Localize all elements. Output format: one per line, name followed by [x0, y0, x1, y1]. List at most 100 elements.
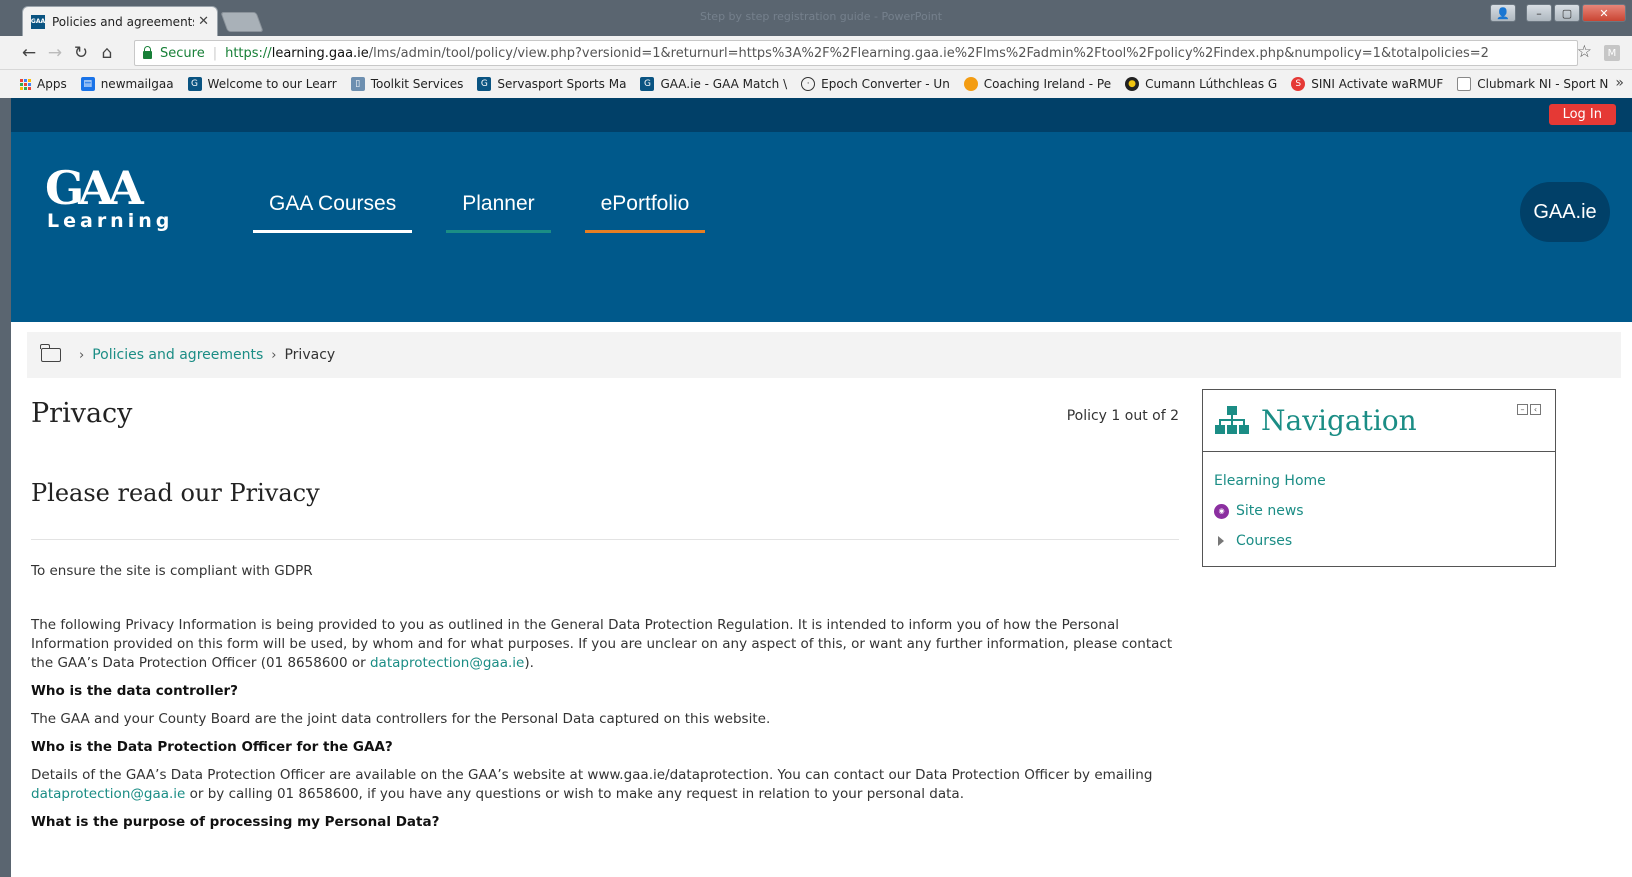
dock-block-icon[interactable]: ‹: [1530, 404, 1541, 415]
bookmark-label: Clubmark NI - Sport N: [1477, 77, 1609, 91]
bookmarks-bar: Apps ▤ newmailgaa G Welcome to our Learr…: [0, 70, 1632, 98]
bookmark-cumann[interactable]: ● Cumann Lúthchleas G: [1125, 77, 1277, 91]
site-news-icon: ◉: [1214, 503, 1229, 519]
bookmark-toolkit[interactable]: ▯ Toolkit Services: [350, 77, 464, 91]
bookmark-apps[interactable]: Apps: [20, 77, 67, 91]
bookmark-epoch[interactable]: · Epoch Converter - Un: [801, 77, 950, 91]
address-bar[interactable]: Secure | https://learning.gaa.ie/lms/adm…: [134, 40, 1578, 66]
answer-dpo-text-end: or by calling 01 8658600, if you have an…: [185, 786, 964, 802]
answer-data-controller: The GAA and your County Board are the jo…: [31, 711, 771, 727]
question-purpose: What is the purpose of processing my Per…: [31, 814, 440, 830]
bookmark-label: Cumann Lúthchleas G: [1145, 77, 1278, 91]
menu-eportfolio[interactable]: ePortfolio: [584, 192, 706, 233]
breadcrumb-current: Privacy: [284, 347, 336, 363]
coaching-icon: [963, 77, 978, 91]
chevron-right-icon: ›: [271, 347, 277, 363]
url-host: learning.gaa.ie: [271, 45, 369, 61]
bookmarks-overflow-icon[interactable]: »: [1615, 75, 1624, 91]
expand-triangle-icon[interactable]: [1218, 536, 1224, 546]
chevron-right-icon: ›: [79, 347, 85, 363]
home-icon[interactable]: ⌂: [94, 43, 120, 63]
new-tab-button[interactable]: [220, 12, 264, 32]
navigation-block: Navigation – ‹ Elearning Home ◉ Site news…: [1202, 389, 1556, 567]
bookmark-gaa-match[interactable]: G GAA.ie - GAA Match \: [640, 77, 787, 91]
nav-site-news[interactable]: Site news: [1236, 503, 1304, 519]
reload-icon[interactable]: ↻: [68, 43, 94, 63]
url-path: /lms/admin/tool/policy/view.php?versioni…: [368, 45, 1489, 61]
site-header: GAA Learning GAA Courses Planner ePortfo…: [11, 132, 1632, 322]
login-button[interactable]: Log In: [1548, 104, 1616, 125]
privacy-intro-paragraph: The following Privacy Information is bei…: [31, 616, 1179, 673]
navigation-block-body: Elearning Home ◉ Site news Courses: [1203, 452, 1555, 570]
tab-close-icon[interactable]: ✕: [198, 14, 209, 29]
document-icon: ▯: [350, 77, 365, 91]
dpo-email-link-2[interactable]: dataprotection@gaa.ie: [31, 786, 185, 802]
navigation-block-header: Navigation – ‹: [1203, 390, 1555, 452]
logo-mark: GAA: [45, 161, 144, 215]
bookmark-label: GAA.ie - GAA Match \: [660, 77, 788, 91]
menu-planner[interactable]: Planner: [446, 192, 551, 233]
bookmark-star-icon[interactable]: ☆: [1577, 42, 1592, 62]
page-title: Privacy: [31, 398, 133, 429]
bookmark-label: SINI Activate waRMUF: [1311, 77, 1444, 91]
nav-courses[interactable]: Courses: [1236, 533, 1292, 549]
navigation-title: Navigation: [1261, 404, 1417, 437]
divider: [31, 539, 1179, 540]
policy-counter: Policy 1 out of 2: [1066, 408, 1179, 424]
bookmark-servasport[interactable]: G Servasport Sports Ma: [477, 77, 626, 91]
bookmark-sini[interactable]: S SINI Activate waRMUF: [1291, 77, 1443, 91]
bookmark-label: Welcome to our Learr: [207, 77, 337, 91]
browser-toolbar: ← → ↻ ⌂ Secure | https://learning.gaa.ie…: [0, 36, 1632, 70]
clock-icon: ·: [801, 77, 816, 91]
gaa-favicon-icon: GAA: [31, 14, 45, 29]
sitemap-icon: [1215, 405, 1249, 436]
bookmark-welcome[interactable]: G Welcome to our Learr: [187, 77, 337, 91]
dpo-email-link[interactable]: dataprotection@gaa.ie: [370, 655, 524, 671]
main-menu: GAA Courses Planner ePortfolio: [253, 192, 739, 233]
nav-elearning-home[interactable]: Elearning Home: [1214, 473, 1326, 489]
close-window-button[interactable]: ✕: [1582, 4, 1626, 22]
folder-home-icon[interactable]: [40, 344, 61, 362]
gaa-learning-logo[interactable]: GAA Learning: [45, 164, 173, 232]
forward-arrow-icon[interactable]: →: [42, 43, 68, 63]
bookmark-label: Toolkit Services: [370, 77, 464, 91]
back-arrow-icon[interactable]: ←: [16, 43, 42, 63]
gaa-icon: G: [640, 77, 655, 91]
logo-word: Learning: [47, 210, 174, 232]
browser-tab[interactable]: GAA Policies and agreements ✕: [22, 6, 218, 36]
browser-titlebar: GAA Policies and agreements ✕ Step by st…: [0, 0, 1632, 36]
secure-label: Secure: [160, 45, 205, 61]
bookmark-label: newmailgaa: [100, 77, 174, 91]
bookmark-newmailgaa[interactable]: ▤ newmailgaa: [80, 77, 174, 91]
bookmark-coaching[interactable]: Coaching Ireland - Pe: [963, 77, 1112, 91]
policy-subtitle: Please read our Privacy: [31, 479, 320, 507]
breadcrumb-policies-link[interactable]: Policies and agreements: [92, 347, 263, 363]
apps-grid-icon: [20, 78, 31, 90]
gaa-icon: G: [187, 77, 202, 91]
user-profile-icon[interactable]: 👤: [1490, 4, 1516, 22]
url-scheme: https://: [225, 45, 272, 61]
menu-gaa-courses[interactable]: GAA Courses: [253, 192, 413, 233]
policy-content: Privacy Policy 1 out of 2 Please read ou…: [31, 398, 1179, 832]
extension-icon[interactable]: M: [1604, 45, 1620, 61]
question-data-controller: Who is the data controller?: [31, 683, 238, 699]
lock-icon: [143, 45, 152, 59]
maximize-button[interactable]: ▢: [1554, 4, 1580, 22]
intro-text-end: ).: [524, 655, 534, 671]
breadcrumb: › Policies and agreements › Privacy: [27, 332, 1621, 378]
intro-text: The following Privacy Information is bei…: [31, 617, 1173, 671]
gaa-icon: G: [477, 77, 492, 91]
bookmark-clubmark[interactable]: Clubmark NI - Sport N: [1457, 77, 1608, 91]
collapse-block-icon[interactable]: –: [1517, 404, 1528, 415]
bookmark-label: Epoch Converter - Un: [821, 77, 950, 91]
minimize-button[interactable]: –: [1526, 4, 1552, 22]
answer-dpo-text: Details of the GAA’s Data Protection Off…: [31, 767, 1153, 783]
gaa-crest-icon: ●: [1125, 77, 1140, 91]
bookmark-label: Coaching Ireland - Pe: [983, 77, 1112, 91]
window-title: Step by step registration guide - PowerP…: [700, 10, 943, 23]
gaa-ie-link[interactable]: GAA.ie: [1520, 182, 1610, 242]
address-divider: |: [212, 45, 218, 61]
calendar-icon: ▤: [80, 77, 95, 91]
web-page: Log In GAA Learning GAA Courses Planner …: [11, 98, 1632, 877]
sini-icon: S: [1291, 77, 1306, 91]
